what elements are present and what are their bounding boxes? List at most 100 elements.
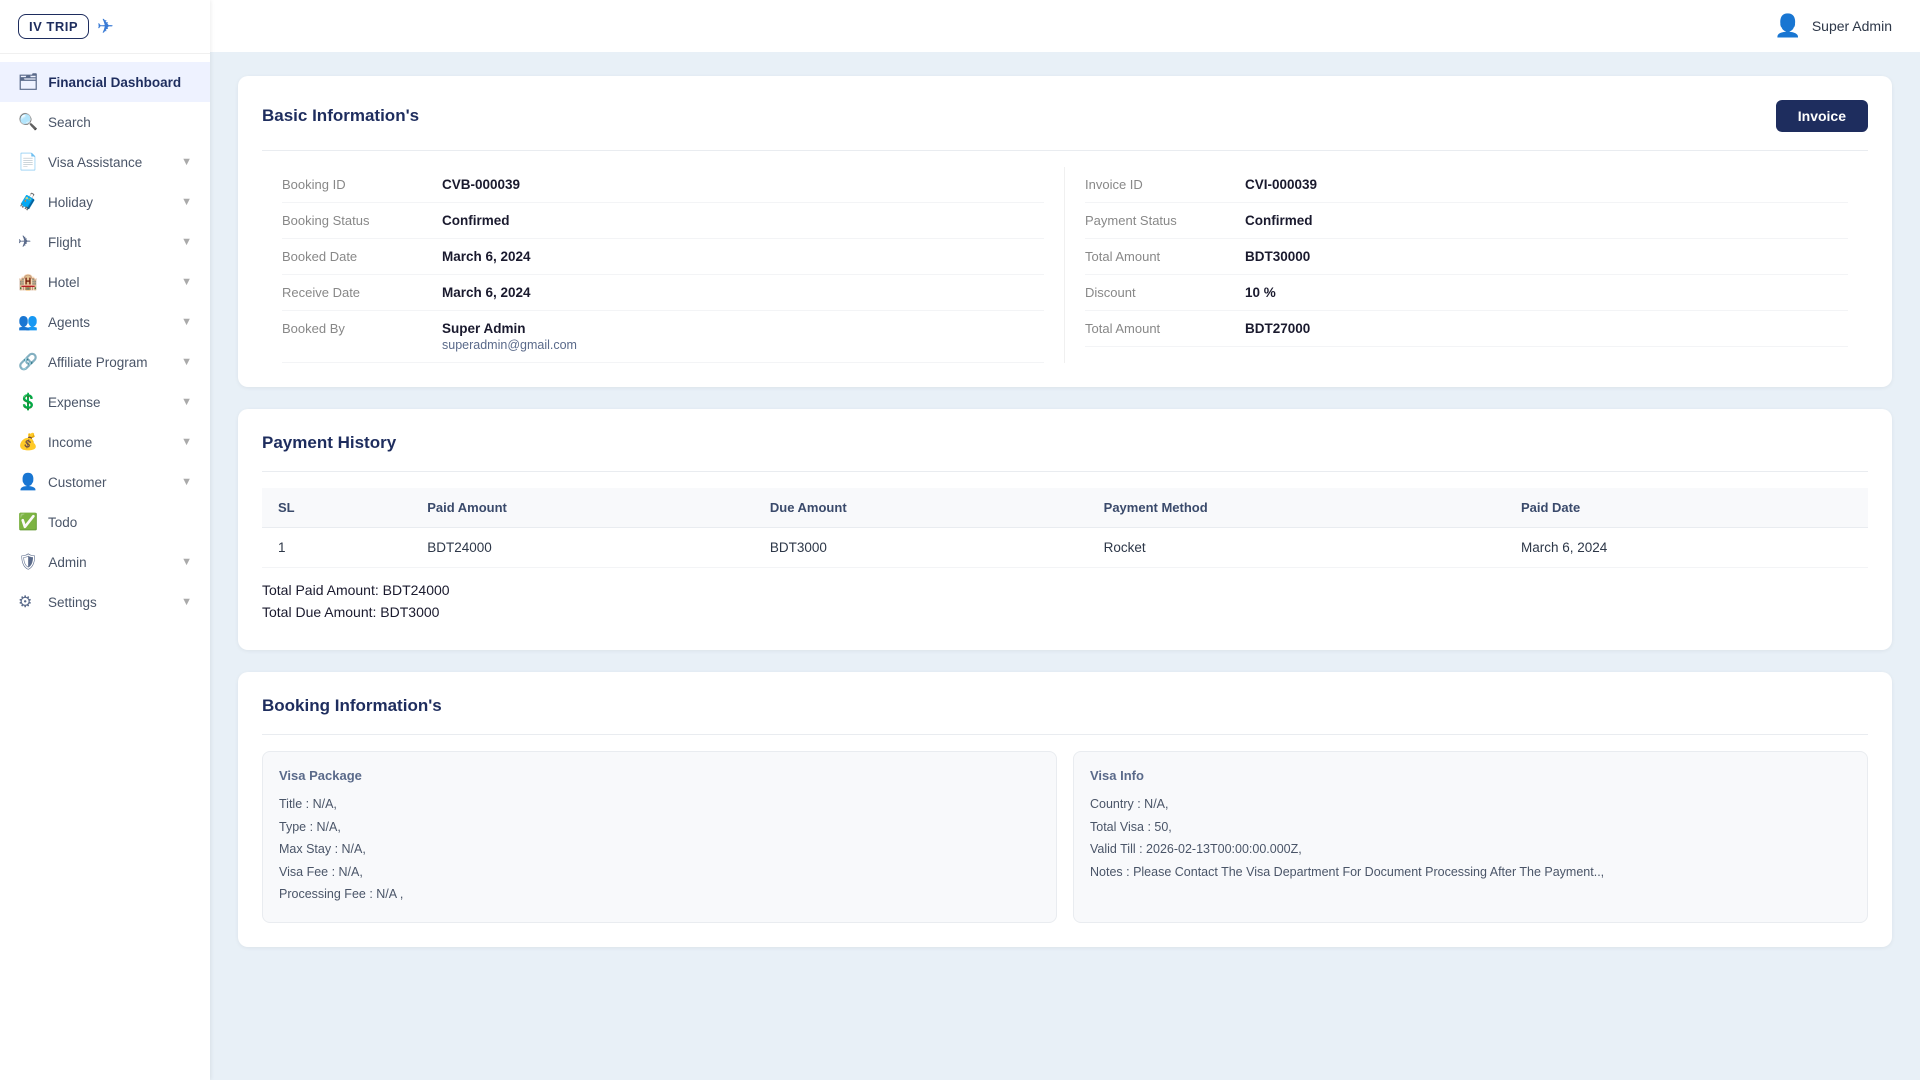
sidebar-item-holiday[interactable]: 🧳 Holiday ▼ — [0, 182, 210, 222]
receive-date-label: Receive Date — [282, 285, 442, 300]
invoice-button[interactable]: Invoice — [1776, 100, 1868, 132]
user-icon: 👤 — [1774, 13, 1801, 39]
main-area: 👤 Super Admin Basic Information's Invoic… — [210, 0, 1920, 1080]
chevron-icon-flight: ▼ — [181, 236, 192, 248]
nav-label-flight: Flight — [48, 235, 171, 250]
list-item: Processing Fee : N/A , — [279, 883, 1040, 906]
chevron-icon-holiday: ▼ — [181, 196, 192, 208]
list-item: Total Visa : 50, — [1090, 816, 1851, 839]
topbar: 👤 Super Admin — [210, 0, 1920, 52]
booking-status-value: Confirmed — [442, 213, 510, 228]
visa-info-body: Country : N/A,Total Visa : 50,Valid Till… — [1090, 793, 1851, 883]
nav-icon-visa-assistance: 📄 — [18, 152, 38, 172]
sidebar-item-customer[interactable]: 👤 Customer ▼ — [0, 462, 210, 502]
booked-date-row: Booked Date March 6, 2024 — [282, 239, 1044, 275]
payment-status-label: Payment Status — [1085, 213, 1245, 228]
payment-history-title: Payment History — [262, 433, 396, 453]
payment-totals: Total Paid Amount: BDT24000 Total Due Am… — [262, 582, 1868, 620]
nav-icon-agents: 👥 — [18, 312, 38, 332]
chevron-icon-expense: ▼ — [181, 396, 192, 408]
nav-label-affiliate-program: Affiliate Program — [48, 355, 171, 370]
payment-table-head: SL Paid Amount Due Amount Payment Method… — [262, 488, 1868, 528]
nav-label-todo: Todo — [48, 515, 192, 530]
list-item: Visa Fee : N/A, — [279, 861, 1040, 884]
sidebar-item-admin[interactable]: 🛡 Admin ▼ — [0, 542, 210, 582]
sidebar-item-hotel[interactable]: 🏨 Hotel ▼ — [0, 262, 210, 302]
table-row: 1 BDT24000 BDT3000 Rocket March 6, 2024 — [262, 528, 1868, 568]
divider — [262, 471, 1868, 472]
chevron-icon-customer: ▼ — [181, 476, 192, 488]
logo-area[interactable]: IV TRIP ✈ — [0, 0, 210, 54]
booking-info-title: Booking Information's — [262, 696, 442, 716]
invoice-id-row: Invoice ID CVI-000039 — [1085, 167, 1848, 203]
nav-label-income: Income — [48, 435, 171, 450]
info-right-col: Invoice ID CVI-000039 Payment Status Con… — [1065, 167, 1868, 363]
nav-label-settings: Settings — [48, 595, 171, 610]
sidebar-item-agents[interactable]: 👥 Agents ▼ — [0, 302, 210, 342]
sidebar-item-flight[interactable]: ✈ Flight ▼ — [0, 222, 210, 262]
booked-by-value: Super Admin superadmin@gmail.com — [442, 321, 577, 352]
nav-label-visa-assistance: Visa Assistance — [48, 155, 171, 170]
chevron-icon-visa-assistance: ▼ — [181, 156, 192, 168]
nav-icon-admin: 🛡 — [18, 552, 38, 572]
invoice-id-value: CVI-000039 — [1245, 177, 1317, 192]
visa-info-title: Visa Info — [1090, 768, 1851, 783]
sidebar-item-visa-assistance[interactable]: 📄 Visa Assistance ▼ — [0, 142, 210, 182]
nav-icon-flight: ✈ — [18, 232, 38, 252]
sidebar-item-financial-dashboard[interactable]: 🗂 Financial Dashboard — [0, 62, 210, 102]
nav-icon-search: 🔍 — [18, 112, 38, 132]
payment-status-row: Payment Status Confirmed — [1085, 203, 1848, 239]
basic-info-title: Basic Information's — [262, 106, 419, 126]
chevron-icon-income: ▼ — [181, 436, 192, 448]
payment-table: SL Paid Amount Due Amount Payment Method… — [262, 488, 1868, 568]
nav-label-holiday: Holiday — [48, 195, 171, 210]
sidebar-item-affiliate-program[interactable]: 🔗 Affiliate Program ▼ — [0, 342, 210, 382]
sidebar-item-settings[interactable]: ⚙ Settings ▼ — [0, 582, 210, 622]
list-item: Notes : Please Contact The Visa Departme… — [1090, 861, 1851, 884]
booking-status-row: Booking Status Confirmed — [282, 203, 1044, 239]
total-paid-value: BDT24000 — [383, 582, 450, 598]
divider — [262, 734, 1868, 735]
visa-info-card: Visa Info Country : N/A,Total Visa : 50,… — [1073, 751, 1868, 923]
booking-info-header: Booking Information's — [262, 696, 1868, 716]
visa-package-card: Visa Package Title : N/A,Type : N/A,Max … — [262, 751, 1057, 923]
booking-id-row: Booking ID CVB-000039 — [282, 167, 1044, 203]
booked-by-row: Booked By Super Admin superadmin@gmail.c… — [282, 311, 1044, 363]
booking-info-card: Booking Information's Visa Package Title… — [238, 672, 1892, 947]
chevron-icon-agents: ▼ — [181, 316, 192, 328]
sidebar-item-search[interactable]: 🔍 Search — [0, 102, 210, 142]
nav-icon-affiliate-program: 🔗 — [18, 352, 38, 372]
booking-status-label: Booking Status — [282, 213, 442, 228]
receive-date-row: Receive Date March 6, 2024 — [282, 275, 1044, 311]
list-item: Type : N/A, — [279, 816, 1040, 839]
sidebar-item-income[interactable]: 💰 Income ▼ — [0, 422, 210, 462]
divider — [262, 150, 1868, 151]
discount-row: Discount 10 % — [1085, 275, 1848, 311]
nav-label-agents: Agents — [48, 315, 171, 330]
booked-by-email: superadmin@gmail.com — [442, 338, 577, 352]
nav-icon-financial-dashboard: 🗂 — [18, 72, 38, 92]
total-amount-value: BDT30000 — [1245, 249, 1310, 264]
chevron-icon-hotel: ▼ — [181, 276, 192, 288]
sidebar-item-todo[interactable]: ✅ Todo — [0, 502, 210, 542]
basic-info-grid: Booking ID CVB-000039 Booking Status Con… — [262, 167, 1868, 363]
chevron-icon-settings: ▼ — [181, 596, 192, 608]
chevron-icon-affiliate-program: ▼ — [181, 356, 192, 368]
booking-grid: Visa Package Title : N/A,Type : N/A,Max … — [262, 751, 1868, 923]
cell-paid-date: March 6, 2024 — [1505, 528, 1868, 568]
total-due-label: Total Due Amount: — [262, 604, 380, 620]
total-amount-row: Total Amount BDT30000 — [1085, 239, 1848, 275]
payment-status-value: Confirmed — [1245, 213, 1313, 228]
cell-paid-amount: BDT24000 — [411, 528, 754, 568]
sidebar-item-expense[interactable]: 💲 Expense ▼ — [0, 382, 210, 422]
sidebar-nav: 🗂 Financial Dashboard 🔍 Search 📄 Visa As… — [0, 54, 210, 1080]
col-due-amount: Due Amount — [754, 488, 1088, 528]
logo-plane-icon: ✈ — [97, 14, 114, 39]
col-payment-method: Payment Method — [1088, 488, 1505, 528]
booked-by-name: Super Admin — [442, 321, 577, 336]
basic-info-header: Basic Information's Invoice — [262, 100, 1868, 132]
booked-date-label: Booked Date — [282, 249, 442, 264]
payment-table-body: 1 BDT24000 BDT3000 Rocket March 6, 2024 — [262, 528, 1868, 568]
nav-label-financial-dashboard: Financial Dashboard — [48, 75, 192, 90]
col-sl: SL — [262, 488, 411, 528]
